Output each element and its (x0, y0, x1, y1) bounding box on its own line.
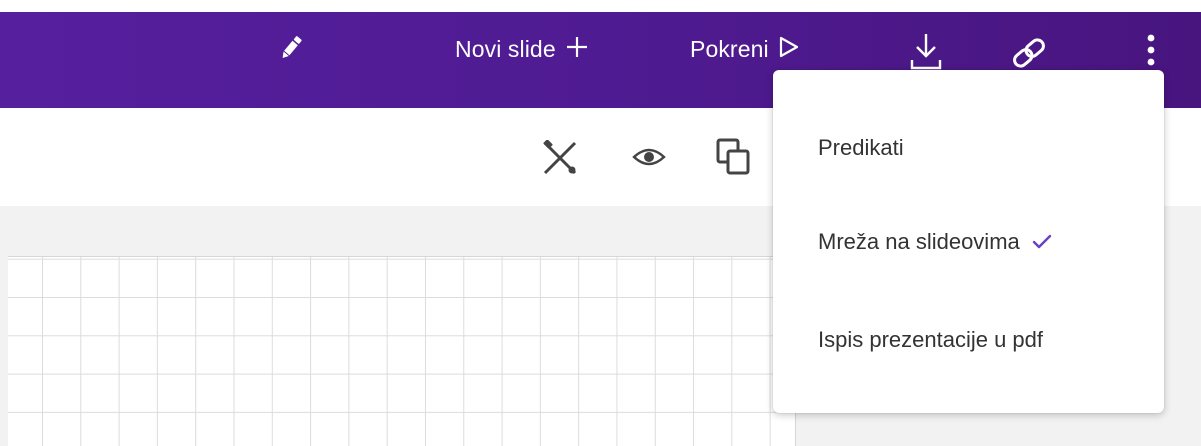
check-icon (1032, 234, 1052, 250)
menu-item-label: Predikati (818, 135, 904, 160)
plus-icon (566, 36, 588, 63)
slide-canvas-grid[interactable] (8, 256, 796, 446)
download-button[interactable] (908, 32, 944, 75)
more-vertical-icon (1145, 34, 1157, 73)
eye-icon (632, 145, 666, 174)
menu-item-export-pdf[interactable]: Ispis prezentacije u pdf (773, 294, 1164, 386)
run-presentation-button[interactable]: Pokreni (690, 36, 799, 63)
preview-button[interactable] (632, 145, 666, 174)
link-icon (1010, 38, 1048, 73)
play-icon (779, 36, 799, 63)
download-icon (908, 32, 944, 75)
more-options-button[interactable] (1145, 34, 1157, 73)
options-dropdown-menu: Predikati Mreža na slideovima Ispis prez… (773, 70, 1164, 413)
edit-button[interactable] (278, 34, 304, 67)
pencil-icon (278, 34, 304, 67)
menu-item-predicates[interactable]: Predikati (773, 102, 1164, 194)
new-slide-label: Novi slide (455, 36, 556, 62)
duplicate-icon (716, 138, 752, 181)
menu-item-slide-grid[interactable]: Mreža na slideovima (773, 196, 1164, 288)
run-label: Pokreni (690, 36, 769, 62)
tools-off-icon (542, 139, 578, 181)
menu-item-label: Ispis prezentacije u pdf (818, 327, 1044, 352)
tools-toggle-button[interactable] (542, 139, 578, 181)
share-link-button[interactable] (1010, 38, 1048, 73)
menu-item-label: Mreža na slideovima (818, 229, 1020, 254)
new-slide-button[interactable]: Novi slide (455, 36, 588, 63)
duplicate-slide-button[interactable] (716, 138, 752, 181)
